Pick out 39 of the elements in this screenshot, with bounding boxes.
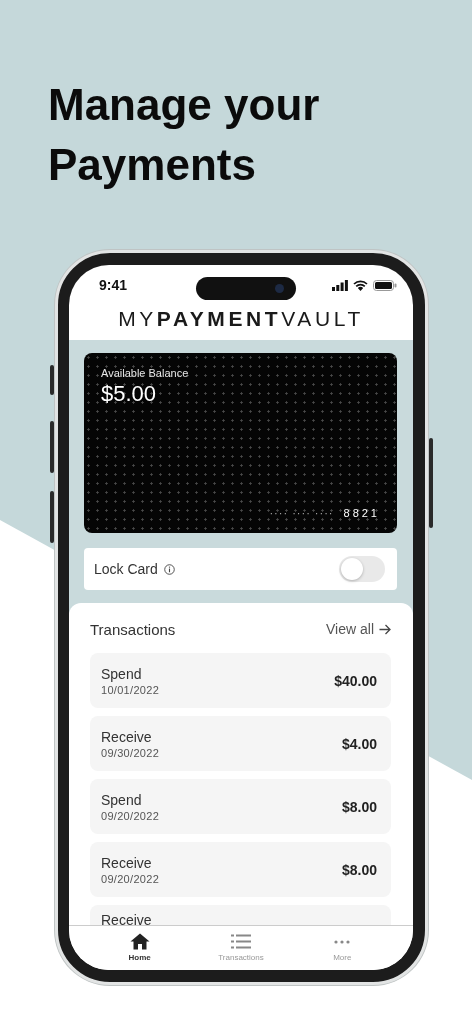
lock-card-label: Lock Card [94, 561, 158, 577]
transaction-row[interactable]: Spend 09/20/2022 $8.00 [90, 779, 391, 834]
transaction-date: 09/20/2022 [101, 809, 160, 822]
transaction-date: 09/30/2022 [101, 746, 160, 759]
transaction-date: 09/20/2022 [101, 872, 160, 885]
wifi-icon [353, 279, 368, 291]
transaction-amount: $8.00 [341, 798, 377, 815]
transaction-amount: $4.00 [341, 735, 377, 752]
home-icon [129, 933, 150, 950]
arrow-right-icon [379, 623, 391, 635]
transaction-type: Receive [101, 912, 152, 925]
transaction-type: Spend [101, 791, 143, 808]
transaction-row[interactable]: Receive [90, 905, 391, 925]
list-icon [231, 934, 251, 949]
tab-bar-item[interactable]: Home [99, 926, 180, 970]
transaction-amount: $8.00 [341, 861, 377, 878]
card-number-mask: ···· ···· ···· [269, 507, 334, 519]
status-time: 9:41 [99, 277, 128, 293]
transaction-row[interactable]: Spend 10/01/2022 $40.00 [90, 653, 391, 708]
transaction-type: Receive [101, 854, 153, 871]
transaction-date: 10/01/2022 [101, 683, 160, 696]
transaction-type: Spend [101, 665, 143, 682]
balance-amount: $5.00 [101, 381, 158, 407]
transaction-row[interactable]: Receive 09/20/2022 $8.00 [90, 842, 391, 897]
signal-icon [332, 279, 348, 291]
balance-card[interactable]: Available Balance $5.00 ···· ···· ···· 8821 [84, 353, 397, 533]
section-title: Transactions [90, 620, 176, 638]
app-logo: MYPAYMENTVAULT [117, 306, 365, 332]
lock-toggle[interactable] [339, 556, 385, 582]
transaction-row[interactable]: Receive 09/30/2022 $4.00 [90, 716, 391, 771]
card-last-digits: 8821 [343, 507, 380, 519]
headline: Manage your Payments [47, 79, 321, 191]
transaction-amount: $40.00 [334, 672, 377, 689]
info-icon[interactable] [163, 563, 175, 575]
view-all-link[interactable]: View all [326, 621, 391, 637]
transaction-type: Receive [101, 728, 153, 745]
more-icon [334, 939, 351, 944]
battery-icon [373, 279, 397, 291]
balance-label: Available Balance [101, 367, 190, 379]
